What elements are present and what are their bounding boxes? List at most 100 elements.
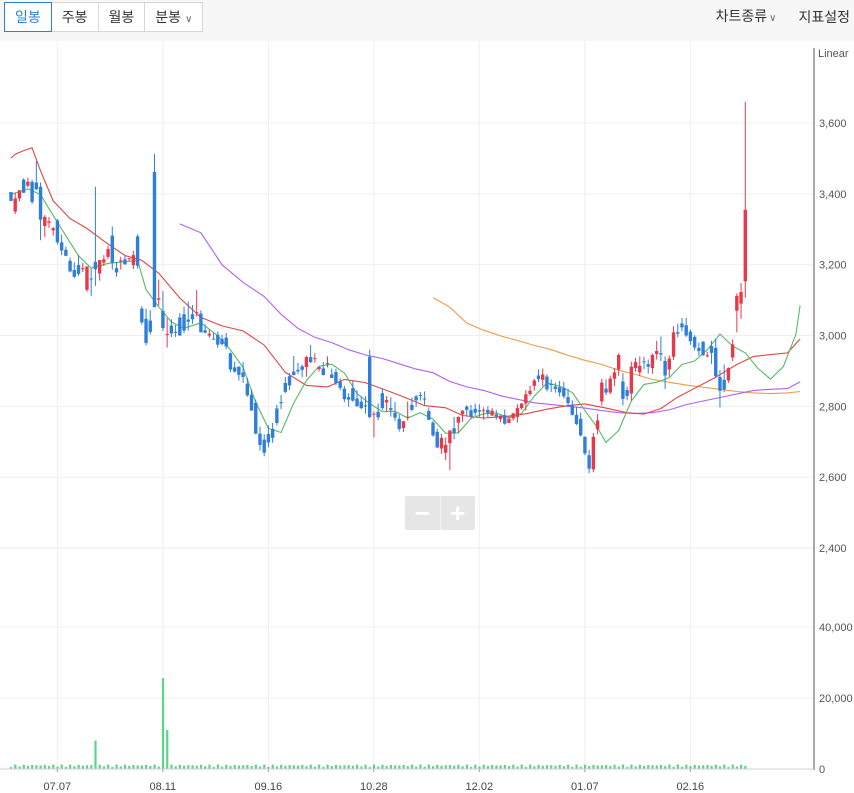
candle <box>55 218 60 245</box>
candle <box>735 293 739 333</box>
volume-bar <box>14 764 17 769</box>
tab-weekly[interactable]: 주봉 <box>50 2 99 32</box>
candle-body <box>59 242 64 251</box>
tab-minute[interactable]: 분봉 ∨ <box>144 2 204 32</box>
candle <box>418 391 423 401</box>
volume-bar <box>69 764 72 769</box>
candle <box>262 434 266 457</box>
candle-body <box>481 410 486 412</box>
price-axis: Linear 3,600 3,400 3,200 3,000 2,800 2,600 2,40… <box>0 48 853 793</box>
candle-body <box>600 382 604 402</box>
volume-bar <box>107 764 110 769</box>
candle-body <box>123 259 127 265</box>
volume-bar <box>233 764 236 769</box>
candle-body <box>422 398 427 400</box>
zoom-in-button[interactable]: + <box>439 496 476 530</box>
candle-body <box>680 323 684 328</box>
candle <box>697 342 701 356</box>
stock-chart[interactable]: Linear 3,600 3,400 3,200 3,000 2,800 2,600 2,40… <box>0 41 854 793</box>
candle <box>671 326 676 360</box>
candle <box>722 364 726 393</box>
chart-type-dropdown[interactable]: 차트종류 ∨ <box>716 1 777 34</box>
candle <box>93 186 98 286</box>
candle-body <box>135 236 140 266</box>
volume-bar <box>343 765 346 769</box>
chevron-down-icon: ∨ <box>185 14 193 25</box>
candle-body <box>325 363 330 365</box>
candle-body <box>338 381 342 388</box>
volume-bar <box>52 764 55 769</box>
candle <box>135 234 140 269</box>
candle <box>730 339 735 361</box>
candle <box>220 334 224 346</box>
volume-bar <box>60 764 63 769</box>
volume-bar <box>685 764 688 769</box>
candle-body <box>557 387 562 393</box>
candle-body <box>207 333 212 336</box>
volume-bar <box>567 764 570 769</box>
volume-bar <box>668 764 671 769</box>
volume-bar <box>558 764 561 769</box>
candle-body <box>359 401 363 409</box>
zoom-out-button[interactable]: − <box>405 496 440 530</box>
volume-bar <box>381 764 384 769</box>
candle <box>595 414 600 435</box>
candle-body <box>30 181 34 202</box>
candle-body <box>34 182 39 190</box>
tab-daily[interactable]: 일봉 <box>4 2 52 32</box>
volume-bar <box>427 764 430 769</box>
candle-body <box>743 209 747 282</box>
candle <box>342 385 347 403</box>
volume-bar <box>339 765 342 769</box>
volume-bar <box>398 765 401 769</box>
candle-body <box>604 388 608 393</box>
candle <box>182 306 186 334</box>
candle <box>279 395 283 410</box>
candle <box>216 331 220 348</box>
candle <box>97 260 102 281</box>
candle-body <box>515 408 520 417</box>
tab-monthly[interactable]: 월봉 <box>97 2 146 32</box>
candle-body <box>663 361 667 376</box>
candle-body <box>330 374 334 378</box>
candle-body <box>173 331 178 334</box>
volume-bar <box>288 765 291 769</box>
candle-body <box>730 344 735 358</box>
candle <box>431 420 435 437</box>
moving-average-lines <box>10 147 801 444</box>
candle-body <box>465 406 469 410</box>
volume-bar <box>621 764 625 769</box>
volume-bar <box>410 764 414 769</box>
candle <box>587 449 591 474</box>
candle-body <box>287 376 292 386</box>
period-tabs: 일봉 주봉 월봉 분봉 ∨ <box>4 2 204 32</box>
volume-bar <box>512 764 515 769</box>
volume-bar <box>208 764 211 769</box>
volume-bar <box>170 764 173 769</box>
volume-bar <box>389 765 392 769</box>
volume-bar <box>347 765 350 769</box>
ma120-line <box>432 297 801 395</box>
candle <box>621 373 625 406</box>
candle <box>629 361 634 401</box>
candle-body <box>384 399 389 403</box>
volume-bar <box>132 764 135 769</box>
candle-body <box>473 408 477 413</box>
candle <box>625 386 629 401</box>
candle <box>106 245 110 259</box>
candle-body <box>363 405 368 407</box>
candle-body <box>541 374 545 380</box>
candle <box>591 432 596 473</box>
candle-body <box>414 396 418 401</box>
indicator-settings-button[interactable]: 지표설정 <box>798 2 850 32</box>
volume-bar <box>77 764 80 769</box>
candle <box>397 414 401 432</box>
volume-bar <box>195 765 198 769</box>
candle-body <box>203 330 207 333</box>
candle-body <box>667 358 672 370</box>
candle-body <box>439 437 444 449</box>
candle <box>583 436 587 456</box>
candle-body <box>342 388 347 400</box>
candle <box>384 396 389 412</box>
volume-bar <box>98 764 101 769</box>
